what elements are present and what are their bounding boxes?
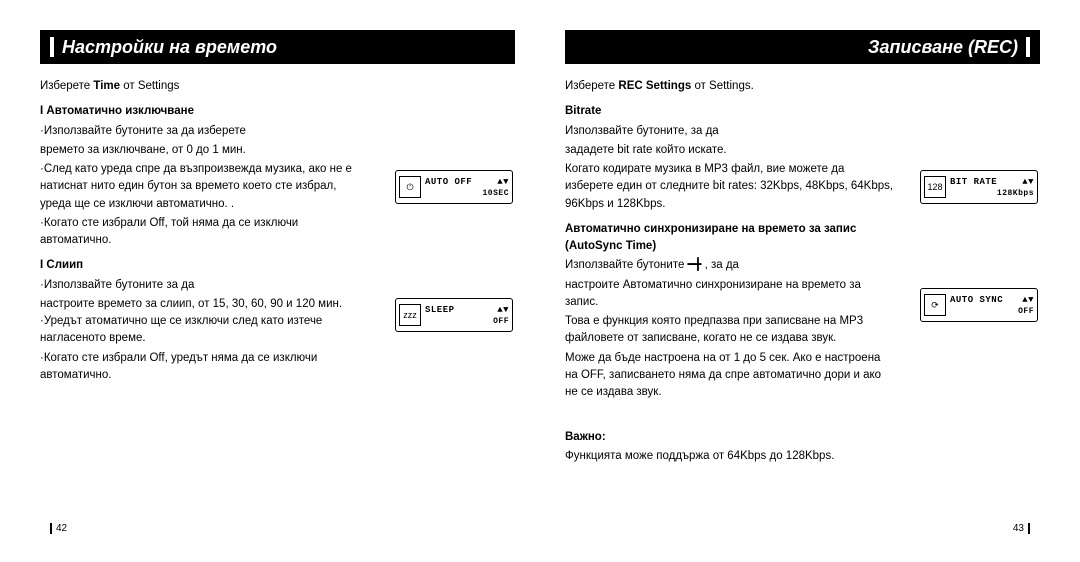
left-sectionA-p4: ·Когато сте избрали Off, той няма да се … [40,215,370,250]
page-left: Настройки на времето Изберете Time от Se… [40,30,515,542]
left-sectionA-p2: времето за изключване, от 0 до 1 мин. [40,142,370,159]
right-sectionA-p3: Когато кодирате музика в МР3 файл, вие м… [565,161,895,213]
left-sectionA-p3: ·След като уреда спре да възпроизвежда м… [40,161,370,213]
right-intro-bold: REC Settings [618,80,691,92]
left-body: Изберете Time от Settings I Автоматично … [40,78,370,384]
right-sectionA-p1: Използвайте бутоните, за да [565,123,895,140]
page-right: Записване (REC) Изберете REC Settings от… [565,30,1040,542]
power-icon: ⏻ [399,176,421,198]
page-number-left: 42 [50,523,67,534]
right-sectionB-p4: Може да бъде настроена на от 1 до 5 сек.… [565,350,895,402]
lcd-sleep: zzz SLEEP ▲▼ OFF [395,298,513,332]
left-sectionB-p1: ·Използвайте бутоните за да [40,277,370,294]
updown-icon: ▲▼ [1022,295,1034,305]
updown-icon: ▲▼ [497,177,509,187]
left-sectionA-label: I Автоматично изключване [40,103,370,120]
right-intro-post: от Settings. [691,80,754,92]
lcd-auto-off: ⏻ AUTO OFF ▲▼ 10SEC [395,170,513,204]
left-intro-pre: Изберете [40,80,93,92]
right-sectionA-label: Bitrate [565,103,895,120]
lcd-auto-off-value: 10SEC [425,189,509,198]
left-intro-post: от Settings [120,80,179,92]
lcd-bitrate-value: 128Kbps [950,189,1034,198]
updown-icon: ▲▼ [1022,177,1034,187]
left-sectionB-p3: ·Когато сте избрали Off, уредът няма да … [40,350,370,385]
document-spread: Настройки на времето Изберете Time от Se… [0,0,1080,562]
lcd-bitrate-label: BIT RATE [950,177,997,187]
sleep-icon: zzz [399,304,421,326]
lcd-autosync-label: AUTO SYNC [950,295,1003,305]
left-sectionB-label: I Слиип [40,257,370,274]
lcd-auto-off-label: AUTO OFF [425,177,472,187]
bitrate-icon: 128 [924,176,946,198]
updown-icon: ▲▼ [497,305,509,315]
header-bar-left: Настройки на времето [40,30,515,64]
lcd-sleep-value: OFF [425,317,509,326]
right-sectionA-p2: зададете bit rate който искате. [565,142,895,159]
sync-icon: ⟳ [924,294,946,316]
left-sectionA-p1: ·Използвайте бутоните за да изберете [40,123,370,140]
lcd-sleep-label: SLEEP [425,305,455,315]
right-sectionB-p1: Използвайте бутоните ━╋ , за да [565,257,895,274]
left-intro-bold: Time [93,80,120,92]
header-bar-right: Записване (REC) [565,30,1040,64]
right-sectionB-label: Автоматично синхронизиране на времето за… [565,221,895,256]
page-number-right: 43 [1013,523,1030,534]
page-title-right: Записване (REC) [868,37,1018,58]
lcd-bitrate: 128 BIT RATE ▲▼ 128Kbps [920,170,1038,204]
right-body: Изберете REC Settings от Settings. Bitra… [565,78,895,465]
lcd-autosync-value: OFF [950,307,1034,316]
right-sectionB-p2: настроите Автоматично синхронизиране на … [565,277,895,312]
left-sectionB-p2: настроите времето за слиип, от 15, 30, 6… [40,296,370,348]
right-sectionC-p1: Функцията може поддържа от 64Kbps до 128… [565,448,945,465]
page-title-left: Настройки на времето [62,37,277,58]
lcd-autosync: ⟳ AUTO SYNC ▲▼ OFF [920,288,1038,322]
right-sectionC-label: Важно: [565,429,895,446]
right-sectionB-p3: Това е функция която предпазва при запис… [565,313,895,348]
right-intro-pre: Изберете [565,80,618,92]
